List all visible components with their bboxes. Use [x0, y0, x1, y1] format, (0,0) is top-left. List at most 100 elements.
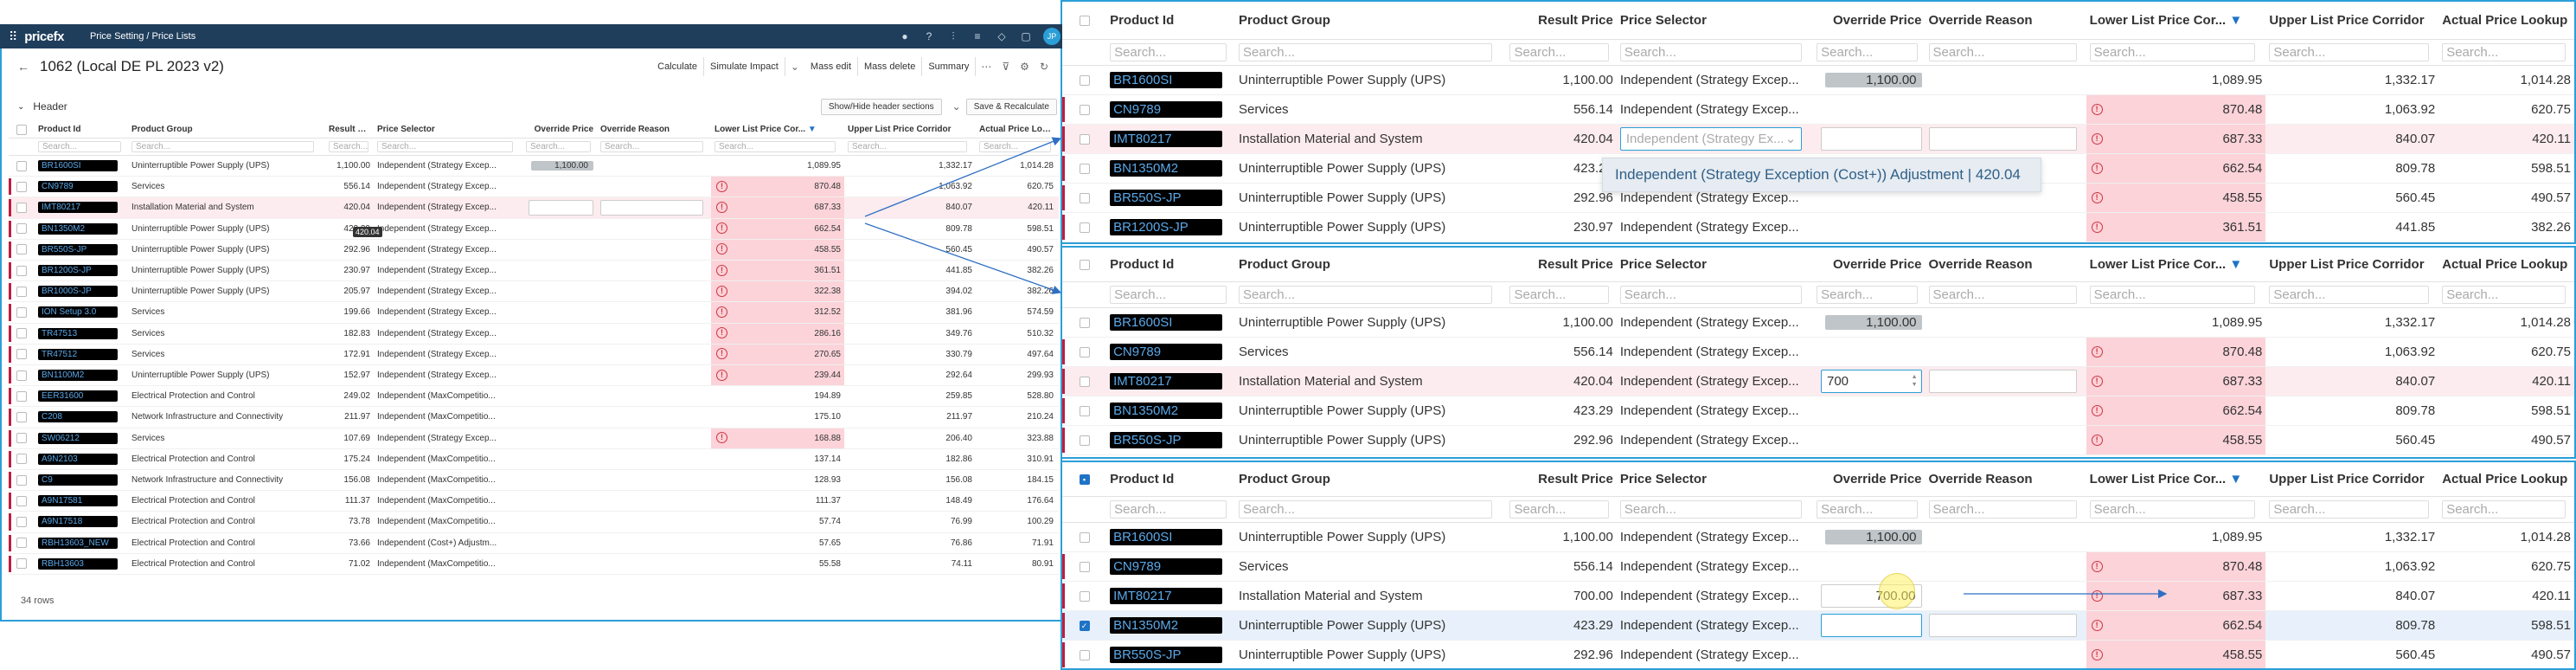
- cell-lower-corridor[interactable]: 128.93: [711, 470, 844, 490]
- row-checkbox[interactable]: [1079, 133, 1090, 145]
- cell-override-reason[interactable]: [1926, 641, 2086, 668]
- cell-product-group[interactable]: Services: [1235, 559, 1506, 574]
- apps-grid-icon[interactable]: ⠿: [9, 29, 17, 44]
- row-checkbox[interactable]: [16, 328, 27, 339]
- header-lower-corridor[interactable]: Lower List Price Cor... ▼: [2086, 472, 2266, 486]
- header-override-reason[interactable]: Override Reason: [1926, 257, 2086, 272]
- header-override-price[interactable]: Override Price: [1813, 257, 1925, 272]
- table-row[interactable]: BR550S-JP Uninterruptible Power Supply (U…: [9, 239, 1059, 261]
- cell-result-price[interactable]: 556.14: [1506, 102, 1616, 117]
- cell-price-selector[interactable]: Independent (Strategy Excep...: [374, 161, 522, 171]
- cell-actual-lookup[interactable]: 528.80: [976, 391, 1057, 401]
- header-product-group[interactable]: Product Group: [1235, 472, 1506, 486]
- cell-override-reason[interactable]: [597, 324, 711, 344]
- cell-product-group[interactable]: Services: [1235, 102, 1506, 117]
- cell-actual-lookup[interactable]: 1,014.28: [2438, 530, 2574, 544]
- cell-price-selector[interactable]: Independent (Strategy Excep...: [1617, 433, 1813, 448]
- cell-result-price[interactable]: 230.97: [1506, 220, 1616, 235]
- select-all-checkbox[interactable]: [1079, 16, 1090, 27]
- cell-product-id[interactable]: BR1600SI: [35, 160, 128, 172]
- cell-result-price[interactable]: 175.24: [325, 454, 374, 464]
- header-result-price[interactable]: Result Price: [1506, 472, 1616, 486]
- chevron-down-icon[interactable]: ⌄: [1785, 131, 1802, 146]
- header-price-selector[interactable]: Price Selector: [374, 125, 522, 134]
- select-all-checkbox[interactable]: [1079, 260, 1090, 271]
- cell-product-group[interactable]: Uninterruptible Power Supply (UPS): [128, 245, 325, 254]
- cell-result-price[interactable]: 1,100.00: [325, 161, 374, 171]
- cell-override-reason[interactable]: [1926, 125, 2086, 153]
- cell-product-id[interactable]: CN9789: [1106, 101, 1235, 118]
- header-product-group[interactable]: Product Group: [1235, 257, 1506, 272]
- cell-actual-lookup[interactable]: 574.59: [976, 307, 1057, 317]
- cell-actual-lookup[interactable]: 184.15: [976, 475, 1057, 485]
- show-hide-header-button[interactable]: Show/Hide header sections: [820, 98, 942, 115]
- filter-input-product_id[interactable]: Search...: [1110, 286, 1227, 304]
- table-row[interactable]: C208 Network Infrastructure and Connectiv…: [9, 407, 1059, 428]
- header-override-price[interactable]: Override Price: [1813, 13, 1925, 28]
- row-checkbox[interactable]: [1079, 317, 1090, 328]
- override-price-value[interactable]: 1,100.00: [531, 161, 593, 171]
- cell-result-price[interactable]: 172.91: [325, 350, 374, 359]
- cell-lower-corridor[interactable]: ! 361.51: [2086, 213, 2266, 242]
- cell-lower-corridor[interactable]: ! 870.48: [2086, 552, 2266, 581]
- product-id-link[interactable]: BR550S-JP: [38, 243, 118, 255]
- cell-override-price[interactable]: [1813, 338, 1925, 366]
- product-id-link[interactable]: IMT80217: [1110, 588, 1222, 604]
- cell-override-reason[interactable]: [597, 302, 711, 322]
- cell-override-reason[interactable]: [1926, 426, 2086, 454]
- cell-price-selector[interactable]: Independent (Strategy Excep...: [1617, 220, 1813, 235]
- row-checkbox[interactable]: [16, 370, 27, 381]
- cell-product-group[interactable]: Uninterruptible Power Supply (UPS): [1235, 433, 1506, 448]
- cell-upper-corridor[interactable]: 1,063.92: [2265, 345, 2438, 359]
- row-checkbox[interactable]: [1079, 192, 1090, 203]
- row-checkbox[interactable]: [16, 390, 27, 402]
- row-checkbox[interactable]: [1079, 74, 1090, 86]
- filter-input-product_id[interactable]: Search...: [1110, 500, 1227, 519]
- cell-override-reason[interactable]: [597, 554, 711, 574]
- cell-override-reason[interactable]: [1926, 582, 2086, 610]
- save-recalculate-button[interactable]: Save & Recalculate: [965, 98, 1057, 115]
- table-row[interactable]: RBH13603_NEW Electrical Protection and Co…: [9, 533, 1059, 554]
- table-row[interactable]: A9N17518 Electrical Protection and Contro…: [9, 512, 1059, 533]
- cell-actual-lookup[interactable]: 598.51: [976, 224, 1057, 234]
- sort-desc-icon[interactable]: ▼: [2229, 13, 2242, 28]
- table-row[interactable]: IMT80217 Installation Material and System…: [1062, 367, 2574, 396]
- chevron-down-icon[interactable]: ⌄: [785, 61, 804, 73]
- row-checkbox[interactable]: [16, 306, 27, 318]
- table-row[interactable]: BR1200S-JP Uninterruptible Power Supply (…: [9, 261, 1059, 282]
- cell-upper-corridor[interactable]: 148.49: [844, 496, 976, 506]
- cell-upper-corridor[interactable]: 349.76: [844, 329, 976, 338]
- cell-result-price[interactable]: 156.08: [325, 475, 374, 485]
- row-checkbox[interactable]: [16, 474, 27, 486]
- cell-product-group[interactable]: Services: [128, 434, 325, 443]
- cell-product-id[interactable]: BR1600SI: [1106, 314, 1235, 331]
- cell-upper-corridor[interactable]: 211.97: [844, 412, 976, 422]
- cell-override-reason[interactable]: [597, 219, 711, 239]
- header-result-price[interactable]: Result Price: [325, 125, 374, 134]
- filter-input-result_price[interactable]: Search...: [329, 140, 369, 153]
- cell-override-reason[interactable]: [597, 281, 711, 301]
- cell-override-reason[interactable]: [1926, 95, 2086, 124]
- row-checkbox[interactable]: [16, 349, 27, 360]
- cell-override-reason[interactable]: [1926, 338, 2086, 366]
- cell-override-price[interactable]: [522, 449, 597, 469]
- cell-price-selector[interactable]: Independent (Strategy Excep...: [1617, 589, 1813, 603]
- cell-product-group[interactable]: Services: [1235, 345, 1506, 359]
- cell-product-group[interactable]: Uninterruptible Power Supply (UPS): [1235, 530, 1506, 544]
- cell-lower-corridor[interactable]: ! 687.33: [2086, 582, 2266, 610]
- cell-product-id[interactable]: CN9789: [1106, 558, 1235, 575]
- cell-price-selector[interactable]: Independent (Strategy Excep...: [374, 245, 522, 254]
- cell-result-price[interactable]: 292.96: [1506, 433, 1616, 448]
- settings-gear-icon[interactable]: ⚙: [1015, 61, 1035, 73]
- cell-override-reason[interactable]: [597, 533, 711, 553]
- cell-price-selector[interactable]: Independent (Strategy Excep...: [374, 224, 522, 234]
- cell-actual-lookup[interactable]: 490.57: [2438, 433, 2574, 448]
- cell-actual-lookup[interactable]: 176.64: [976, 496, 1057, 506]
- override-reason-input[interactable]: [1928, 370, 2077, 393]
- cell-product-id[interactable]: BR1000S-JP: [35, 286, 128, 298]
- cell-override-reason[interactable]: [597, 156, 711, 176]
- cell-override-reason[interactable]: [597, 197, 711, 217]
- table-row[interactable]: A9N17581 Electrical Protection and Contro…: [9, 491, 1059, 512]
- user-avatar[interactable]: JP: [1043, 28, 1061, 45]
- cell-result-price[interactable]: 556.14: [1506, 345, 1616, 359]
